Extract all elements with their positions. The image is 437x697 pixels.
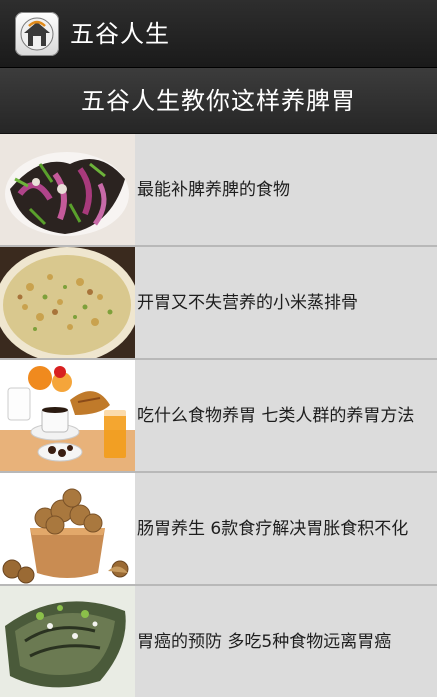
millet-rib-image bbox=[0, 247, 135, 358]
article-title: 最能补脾养脾的食物 bbox=[137, 179, 290, 200]
article-title: 胃癌的预防 多吃5种食物远离胃癌 bbox=[137, 631, 392, 652]
walnut-image bbox=[0, 473, 135, 584]
article-title: 肠胃养生 6款食疗解决胃胀食积不化 bbox=[137, 518, 409, 539]
fish-image bbox=[0, 586, 135, 697]
list-item[interactable]: 吃什么食物养胃 七类人群的养胃方法 bbox=[0, 360, 437, 473]
action-bar: 五谷人生 bbox=[0, 0, 437, 68]
list-item[interactable]: 肠胃养生 6款食疗解决胃胀食积不化 bbox=[0, 473, 437, 586]
article-list: 最能补脾养脾的食物 开胃又不失营养的小米蒸排骨 吃什么食物养胃 七类人群的养胃方… bbox=[0, 134, 437, 697]
list-item[interactable]: 开胃又不失营养的小米蒸排骨 bbox=[0, 247, 437, 360]
home-icon[interactable] bbox=[15, 12, 59, 56]
list-item[interactable]: 最能补脾养脾的食物 bbox=[0, 134, 437, 247]
list-item[interactable]: 胃癌的预防 多吃5种食物远离胃癌 bbox=[0, 586, 437, 697]
page-header: 五谷人生教你这样养脾胃 bbox=[0, 68, 437, 134]
article-title: 开胃又不失营养的小米蒸排骨 bbox=[137, 292, 358, 313]
salad-image bbox=[0, 134, 135, 245]
breakfast-image bbox=[0, 360, 135, 471]
app-title: 五谷人生 bbox=[70, 20, 170, 48]
page-title: 五谷人生教你这样养脾胃 bbox=[81, 87, 356, 115]
article-title: 吃什么食物养胃 七类人群的养胃方法 bbox=[137, 405, 415, 426]
